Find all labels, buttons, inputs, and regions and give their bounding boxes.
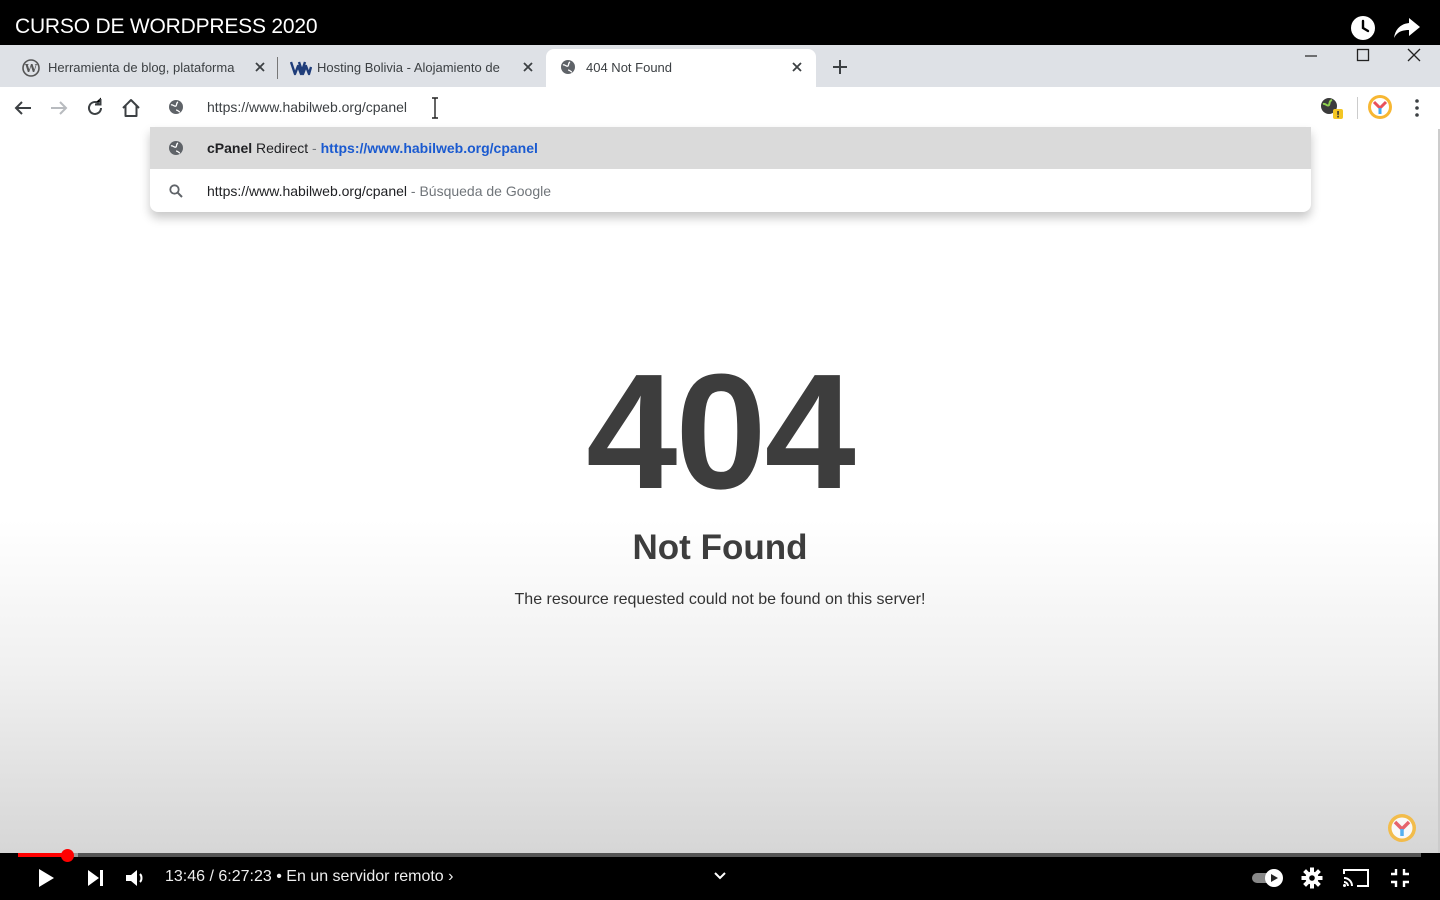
suggestion-cpanel-redirect[interactable]: cPanel Redirect - https://www.habilweb.o… — [150, 127, 1311, 169]
svg-text:!: ! — [1336, 111, 1340, 121]
reload-icon[interactable] — [84, 97, 106, 119]
suggestion-title-rest: Redirect — [252, 140, 309, 156]
suggestion-separator: - — [308, 140, 321, 156]
new-tab-icon[interactable] — [830, 57, 850, 77]
error-message: The resource requested could not be foun… — [514, 591, 926, 608]
globe-icon — [560, 59, 578, 77]
menu-dots-icon[interactable] — [1409, 97, 1425, 119]
tab-divider — [277, 57, 278, 79]
text-cursor-icon — [430, 97, 440, 119]
suggestion-text: https://www.habilweb.org/cpanel - Búsque… — [207, 183, 551, 199]
volume-icon[interactable] — [124, 866, 150, 890]
close-icon[interactable] — [252, 59, 268, 75]
omnibox-suggestions: cPanel Redirect - https://www.habilweb.o… — [150, 127, 1311, 212]
chapter-title[interactable]: En un servidor remoto — [286, 868, 443, 885]
extension-color-ring-icon[interactable] — [1367, 94, 1393, 120]
progress-played — [18, 853, 68, 857]
minimize-icon[interactable] — [1303, 50, 1319, 62]
extension-globe-warning-icon[interactable]: ! — [1318, 95, 1346, 121]
time-total: 6:27:23 — [218, 868, 272, 885]
next-video-icon[interactable] — [84, 866, 108, 890]
globe-icon — [168, 140, 184, 156]
suggestion-separator: - — [407, 183, 420, 199]
suggestion-google-search[interactable]: https://www.habilweb.org/cpanel - Búsque… — [150, 169, 1311, 212]
play-icon[interactable] — [34, 866, 58, 890]
maximize-icon[interactable] — [1355, 47, 1371, 63]
chevron-down-icon[interactable] — [712, 870, 728, 882]
close-icon[interactable] — [520, 59, 536, 75]
error-code: 404 — [586, 340, 856, 523]
time-current: 13:46 — [165, 868, 206, 885]
suggestion-query: https://www.habilweb.org/cpanel — [207, 183, 407, 199]
suggestion-text: cPanel Redirect - https://www.habilweb.o… — [207, 140, 538, 156]
watch-later-icon[interactable] — [1350, 15, 1376, 41]
close-icon[interactable] — [789, 59, 805, 75]
svg-text:W: W — [24, 62, 38, 75]
window-close-icon[interactable] — [1406, 47, 1422, 63]
wordpress-icon: W — [22, 59, 40, 77]
autoplay-toggle[interactable] — [1250, 866, 1286, 890]
exit-fullscreen-icon[interactable] — [1388, 866, 1412, 890]
suggestion-engine: Búsqueda de Google — [419, 183, 552, 199]
suggestion-url: https://www.habilweb.org/cpanel — [320, 140, 538, 156]
search-icon — [168, 183, 184, 199]
video-title[interactable]: CURSO DE WORDPRESS 2020 — [15, 15, 318, 39]
time-display: 13:46 / 6:27:23 • En un servidor remoto … — [165, 868, 454, 885]
globe-icon — [168, 99, 184, 115]
tab-hosting-bolivia[interactable]: Hosting Bolivia - Alojamiento de — [282, 49, 544, 87]
tab-wordpress[interactable]: W Herramienta de blog, plataforma — [14, 49, 276, 87]
home-icon[interactable] — [120, 97, 142, 119]
address-input[interactable]: https://www.habilweb.org/cpanel — [207, 99, 407, 115]
cast-icon[interactable] — [1341, 866, 1371, 890]
toolbar-divider — [1357, 97, 1358, 119]
tab-404-not-found[interactable]: 404 Not Found — [546, 49, 816, 87]
back-arrow-icon[interactable] — [12, 97, 34, 119]
channel-watermark-icon[interactable] — [1386, 812, 1418, 844]
tab-title: Herramienta de blog, plataforma — [48, 60, 235, 75]
tab-strip: W Herramienta de blog, plataforma Hostin… — [0, 45, 1440, 87]
progress-scrubber[interactable] — [61, 849, 75, 862]
suggestion-title-bold: cPanel — [207, 140, 253, 156]
forward-arrow-icon[interactable] — [48, 97, 70, 119]
habilweb-icon — [290, 59, 312, 77]
progress-bar[interactable] — [18, 853, 1421, 857]
tab-title: Hosting Bolivia - Alojamiento de — [317, 60, 500, 75]
settings-gear-icon[interactable] — [1300, 866, 1324, 890]
share-icon[interactable] — [1393, 16, 1421, 40]
error-title: Not Found — [632, 528, 808, 567]
tab-title: 404 Not Found — [586, 60, 673, 75]
